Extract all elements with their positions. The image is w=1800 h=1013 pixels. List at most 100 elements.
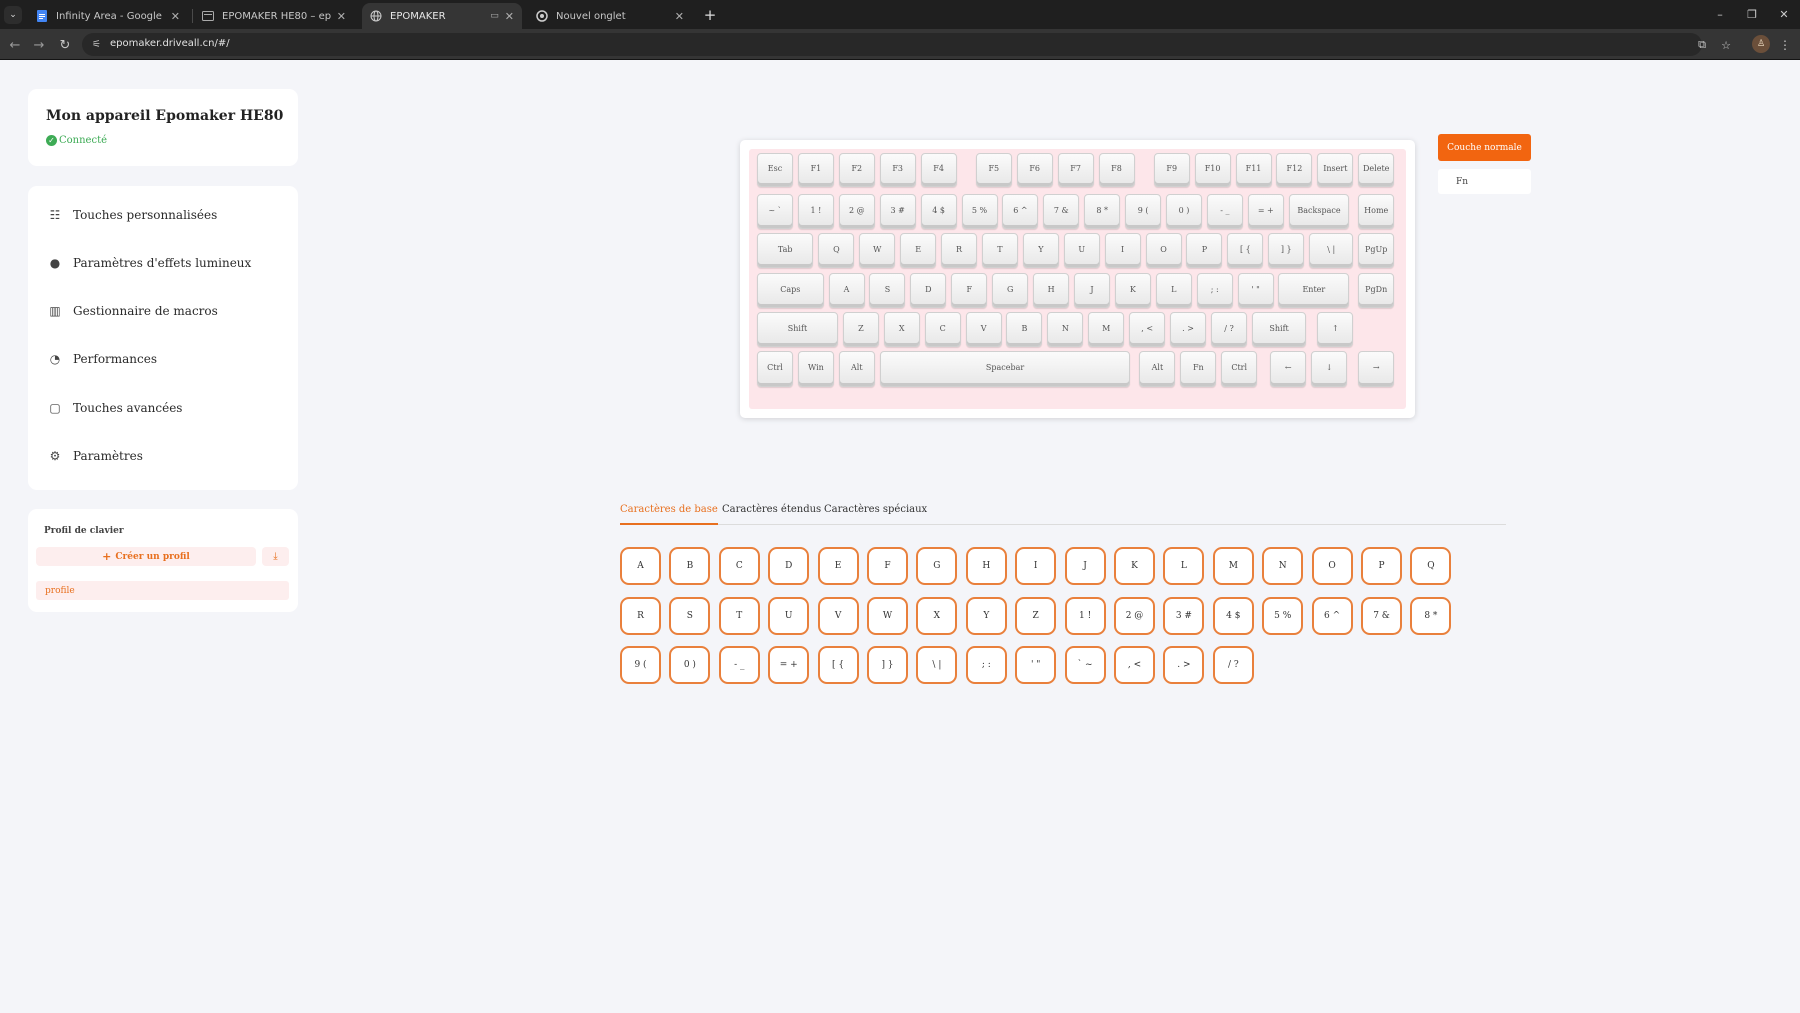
char-key[interactable]: C	[718, 547, 760, 585]
key-i[interactable]: I	[1104, 233, 1141, 268]
sidebar-item-settings[interactable]: ⚙ Paramètres	[48, 441, 278, 471]
translate-icon[interactable]: ⧉	[1694, 37, 1710, 53]
key-delete[interactable]: Delete	[1358, 153, 1395, 187]
char-key[interactable]: B	[669, 547, 711, 585]
char-key[interactable]: ' "	[1015, 646, 1057, 684]
char-key[interactable]: R	[620, 596, 661, 635]
key-p[interactable]: P	[1186, 233, 1223, 268]
key-f12[interactable]: F12	[1276, 153, 1313, 187]
char-key[interactable]: X	[916, 596, 958, 635]
key-caps[interactable]: Caps	[757, 273, 824, 308]
key-symbol[interactable]: ] }	[1268, 233, 1305, 268]
char-key[interactable]: ; :	[965, 646, 1007, 684]
char-key[interactable]: L	[1163, 547, 1205, 585]
key-f3[interactable]: F3	[879, 153, 916, 187]
key-j[interactable]: J	[1073, 273, 1110, 308]
reload-button[interactable]: ↻	[56, 36, 74, 54]
key-d[interactable]: D	[910, 273, 947, 308]
close-icon[interactable]: ✕	[171, 10, 180, 23]
key-symbol[interactable]: ~ `	[757, 194, 793, 229]
key-y[interactable]: Y	[1022, 233, 1059, 268]
key-q[interactable]: Q	[818, 233, 855, 268]
window-restore-button[interactable]: ❐	[1741, 4, 1763, 24]
char-key[interactable]: D	[768, 547, 810, 585]
key-shift[interactable]: Shift	[1251, 312, 1307, 347]
site-info-icon[interactable]: ⚟	[90, 38, 103, 51]
window-minimize-button[interactable]: –	[1709, 4, 1731, 24]
key-f11[interactable]: F11	[1235, 153, 1272, 187]
layer-normal-button[interactable]: Couche normale	[1438, 134, 1531, 161]
key-w[interactable]: W	[859, 233, 896, 268]
char-key[interactable]: I	[1015, 547, 1057, 585]
key-l[interactable]: L	[1155, 273, 1192, 308]
close-icon[interactable]: ✕	[505, 10, 514, 23]
key-6[interactable]: 6 ^	[1002, 194, 1039, 229]
char-key[interactable]: 6 ^	[1311, 596, 1353, 635]
new-tab-button[interactable]: +	[700, 5, 720, 25]
key-ctrl[interactable]: Ctrl	[1221, 351, 1258, 387]
close-icon[interactable]: ✕	[675, 10, 684, 23]
key-0[interactable]: 0 )	[1166, 194, 1202, 229]
key-symbol[interactable]: \ |	[1309, 233, 1354, 268]
char-key[interactable]: 1 !	[1064, 596, 1106, 635]
close-icon[interactable]: ✕	[337, 10, 346, 23]
key-g[interactable]: G	[992, 273, 1029, 308]
key-alt[interactable]: Alt	[1139, 351, 1176, 387]
key-shift[interactable]: Shift	[757, 312, 838, 347]
key-pgup[interactable]: PgUp	[1358, 233, 1395, 268]
char-key[interactable]: 8 *	[1410, 596, 1452, 635]
key-h[interactable]: H	[1033, 273, 1070, 308]
key-v[interactable]: V	[965, 312, 1002, 347]
char-key[interactable]: 5 %	[1262, 596, 1304, 635]
char-key[interactable]: ] }	[867, 646, 908, 684]
url-text[interactable]: epomaker.driveall.cn/#/	[110, 38, 230, 49]
char-key[interactable]: K	[1114, 547, 1155, 585]
browser-tab-new-tab[interactable]: Nouvel onglet ✕	[528, 3, 692, 29]
key-ctrl[interactable]: Ctrl	[757, 351, 793, 387]
char-key[interactable]: M	[1212, 547, 1254, 585]
key-1[interactable]: 1 !	[797, 194, 834, 229]
sidebar-item-custom-keys[interactable]: ☷ Touches personnalisées	[48, 200, 278, 230]
layer-fn-button[interactable]: Fn	[1438, 169, 1531, 194]
key-spacebar[interactable]: Spacebar	[879, 351, 1131, 387]
key-esc[interactable]: Esc	[757, 153, 793, 187]
key-s[interactable]: S	[869, 273, 906, 308]
sidebar-item-advanced-keys[interactable]: ▢ Touches avancées	[48, 393, 278, 423]
key-4[interactable]: 4 $	[920, 194, 957, 229]
key-f4[interactable]: F4	[920, 153, 957, 187]
key-f7[interactable]: F7	[1057, 153, 1094, 187]
char-key[interactable]: P	[1361, 547, 1402, 585]
sidebar-item-lighting[interactable]: ● Paramètres d'effets lumineux	[48, 248, 278, 278]
char-key[interactable]: Y	[965, 596, 1007, 635]
key-tab[interactable]: Tab	[757, 233, 814, 268]
char-key[interactable]: G	[916, 547, 958, 585]
key-backspace[interactable]: Backspace	[1288, 194, 1350, 229]
import-profile-button[interactable]: ⤓	[262, 547, 289, 566]
char-key[interactable]: E	[817, 547, 859, 585]
char-key[interactable]: 0 )	[669, 646, 711, 684]
key-home[interactable]: Home	[1358, 194, 1395, 229]
char-key[interactable]: H	[965, 547, 1007, 585]
char-key[interactable]: [ {	[817, 646, 859, 684]
key-f9[interactable]: F9	[1153, 153, 1190, 187]
address-bar[interactable]: ⚟ epomaker.driveall.cn/#/ ⧉ ☆	[82, 33, 1731, 56]
back-button[interactable]: ←	[6, 36, 24, 54]
key-symbol[interactable]: ' "	[1237, 273, 1274, 308]
char-key[interactable]: 7 &	[1361, 596, 1402, 635]
key-symbol[interactable]: = +	[1247, 194, 1284, 229]
key-alt[interactable]: Alt	[838, 351, 875, 387]
key-b[interactable]: B	[1006, 312, 1043, 347]
char-key[interactable]: = +	[768, 646, 810, 684]
char-key[interactable]: 9 (	[620, 646, 661, 684]
key-symbol[interactable]: , <	[1129, 312, 1166, 347]
key-t[interactable]: T	[981, 233, 1018, 268]
key-c[interactable]: C	[924, 312, 961, 347]
key-f10[interactable]: F10	[1194, 153, 1231, 187]
key-e[interactable]: E	[900, 233, 937, 268]
key-symbol[interactable]: / ?	[1210, 312, 1247, 347]
char-key[interactable]: J	[1064, 547, 1106, 585]
avatar[interactable]: ♙	[1752, 35, 1770, 53]
browser-tab-epomaker-active[interactable]: EPOMAKER ▭ ✕	[362, 3, 522, 29]
char-key[interactable]: O	[1311, 547, 1353, 585]
key-5[interactable]: 5 %	[961, 194, 998, 229]
